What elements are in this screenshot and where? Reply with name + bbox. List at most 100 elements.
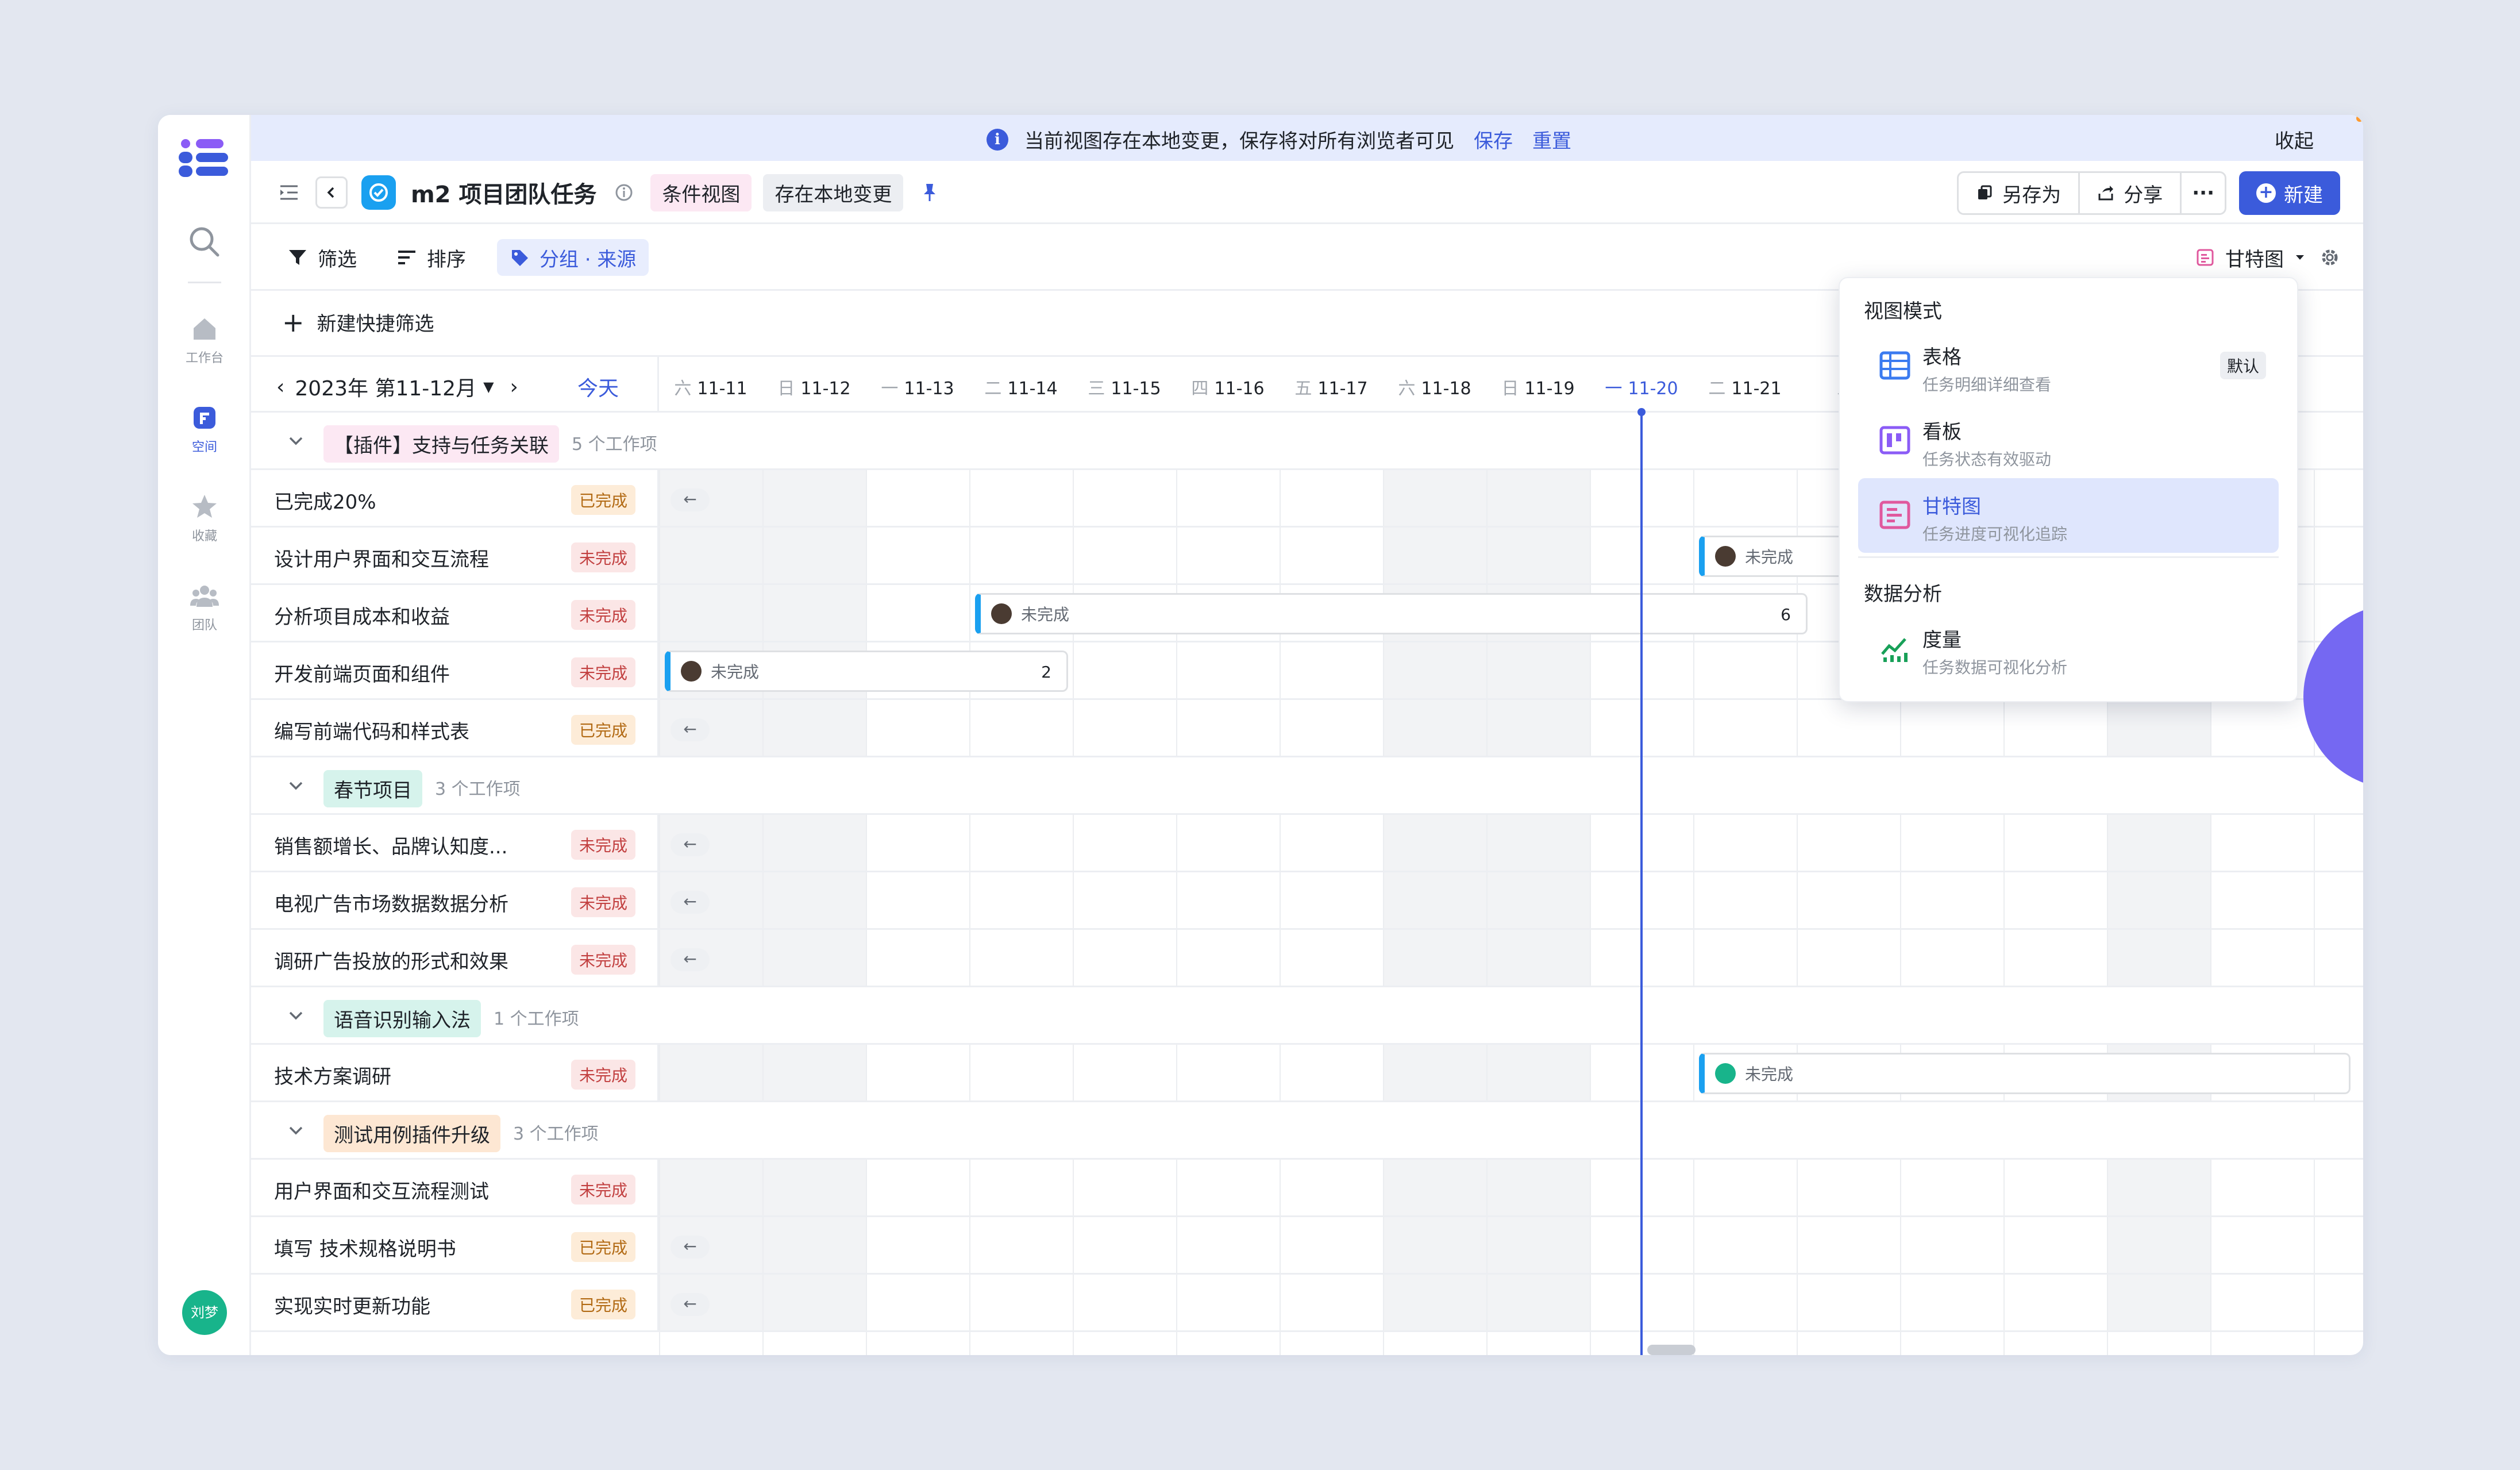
gantt-bar[interactable]: 未完成: [1699, 1053, 2351, 1094]
task-name[interactable]: 填写 技术规格说明书: [274, 1233, 456, 1261]
status-badge[interactable]: 未完成: [571, 657, 635, 687]
task-name[interactable]: 用户界面和交互流程测试: [274, 1176, 489, 1204]
date-label: 11-14: [1007, 379, 1058, 399]
scroll-to-task-arrow-icon[interactable]: ←: [671, 891, 710, 914]
scroll-to-task-arrow-icon[interactable]: ←: [671, 1236, 710, 1259]
task-name[interactable]: 电视广告市场数据数据分析: [274, 888, 508, 917]
group-header-row[interactable]: 测试用例插件升级 3 个工作项: [251, 1102, 2363, 1160]
status-badge[interactable]: 已完成: [571, 1232, 635, 1262]
share-button[interactable]: 分享: [2080, 173, 2182, 213]
status-badge[interactable]: 未完成: [571, 830, 635, 860]
assignee-avatar: [1715, 546, 1736, 567]
task-name-cell: 电视广告市场数据数据分析 未完成: [251, 872, 659, 928]
task-name[interactable]: 调研广告投放的形式和效果: [274, 946, 508, 974]
save-as-button[interactable]: 另存为: [1959, 173, 2080, 213]
chevron-down-icon[interactable]: [286, 431, 306, 452]
app-logo-icon[interactable]: [179, 139, 230, 177]
group-count: 5 个工作项: [572, 434, 657, 455]
info-outline-icon[interactable]: [609, 178, 639, 207]
filter-label: 筛选: [318, 248, 357, 271]
date-label: 11-17: [1317, 379, 1368, 399]
task-name[interactable]: 开发前端页面和组件: [274, 659, 450, 687]
scroll-to-task-arrow-icon[interactable]: ←: [671, 833, 710, 856]
status-badge[interactable]: 未完成: [571, 1175, 635, 1205]
rail-item-workspace[interactable]: 工作台: [158, 313, 251, 376]
banner-reset-link[interactable]: 重置: [1532, 125, 1571, 153]
range-caret-icon[interactable]: ▼: [483, 379, 494, 395]
status-badge[interactable]: 已完成: [571, 1290, 635, 1319]
status-badge[interactable]: 已完成: [571, 715, 635, 745]
rail-item-space[interactable]: 空间: [158, 402, 251, 465]
view-option-title: 表格: [1922, 346, 1962, 369]
chevron-left-icon: [327, 187, 334, 198]
task-row[interactable]: 技术方案调研 未完成 未完成: [251, 1045, 2363, 1102]
scroll-to-task-arrow-icon[interactable]: ←: [671, 718, 710, 741]
view-option-metrics[interactable]: 度量 任务数据可视化分析: [1858, 611, 2279, 686]
task-row[interactable]: 销售额增长、品牌认知度... 未完成 ←: [251, 815, 2363, 872]
search-icon[interactable]: [187, 224, 221, 259]
group-header-row[interactable]: 语音识别输入法 1 个工作项: [251, 987, 2363, 1045]
status-badge[interactable]: 未完成: [571, 600, 635, 630]
task-name[interactable]: 设计用户界面和交互流程: [274, 544, 489, 572]
next-range-icon[interactable]: ›: [510, 375, 518, 399]
scroll-to-task-arrow-icon[interactable]: ←: [671, 1293, 710, 1316]
task-name[interactable]: 编写前端代码和样式表: [274, 716, 469, 744]
status-badge[interactable]: 未完成: [571, 887, 635, 917]
horizontal-scrollbar[interactable]: [1647, 1345, 1696, 1355]
view-option-table[interactable]: 表格 任务明细详细查看 默认: [1858, 329, 2279, 403]
pin-icon[interactable]: [915, 178, 945, 207]
status-badge[interactable]: 未完成: [571, 945, 635, 975]
view-option-gantt[interactable]: 甘特图 任务进度可视化追踪: [1858, 478, 2279, 553]
gantt-bar[interactable]: 未完成 2: [665, 651, 1068, 692]
banner-collapse-button[interactable]: 收起: [2275, 125, 2314, 153]
new-quick-filter-button[interactable]: + 新建快捷筛选: [282, 308, 434, 336]
status-badge[interactable]: 已完成: [571, 485, 635, 515]
view-option-kanban[interactable]: 看板 任务状态有效驱动: [1858, 403, 2279, 478]
local-changes-chip[interactable]: 存在本地变更: [763, 174, 904, 211]
task-name[interactable]: 技术方案调研: [274, 1061, 391, 1089]
user-avatar[interactable]: 刘梦: [182, 1290, 227, 1335]
assignee-avatar: [1715, 1063, 1736, 1084]
scroll-to-task-arrow-icon[interactable]: ←: [671, 488, 710, 511]
rail-item-label: 团队: [191, 618, 217, 633]
bar-duration-count: 6: [1781, 605, 1791, 624]
chevron-down-icon[interactable]: [286, 1121, 306, 1141]
sidebar-toggle-icon[interactable]: [274, 178, 304, 207]
view-mode-select[interactable]: 甘特图: [2197, 239, 2306, 276]
task-row[interactable]: 用户界面和交互流程测试 未完成: [251, 1160, 2363, 1217]
task-name[interactable]: 分析项目成本和收益: [274, 601, 450, 629]
group-button[interactable]: 分组 · 来源: [497, 239, 649, 276]
chevron-down-icon[interactable]: [286, 1006, 306, 1026]
group-header-row[interactable]: 春节项目 3 个工作项: [251, 757, 2363, 815]
task-row[interactable]: 调研广告投放的形式和效果 未完成 ←: [251, 930, 2363, 987]
page-header: m2 项目团队任务 条件视图 存在本地变更 另存为 分享 ··· + 新建: [251, 161, 2363, 224]
filter-button[interactable]: 筛选: [275, 239, 369, 276]
conditional-view-chip[interactable]: 条件视图: [650, 174, 752, 211]
task-row[interactable]: 电视广告市场数据数据分析 未完成 ←: [251, 872, 2363, 930]
task-row[interactable]: 实现实时更新功能 已完成 ←: [251, 1275, 2363, 1332]
status-badge[interactable]: 未完成: [571, 1060, 635, 1090]
header-actions: 另存为 分享 ···: [1957, 171, 2226, 215]
back-button[interactable]: [315, 176, 348, 209]
gantt-bar[interactable]: 未完成 6: [975, 593, 1808, 634]
task-name[interactable]: 销售额增长、品牌认知度...: [274, 831, 507, 859]
range-label[interactable]: 2023年 第11-12月: [295, 372, 476, 402]
task-name[interactable]: 实现实时更新功能: [274, 1291, 430, 1319]
scroll-to-task-arrow-icon[interactable]: ←: [671, 948, 710, 971]
view-option-desc: 任务进度可视化追踪: [1922, 525, 2068, 544]
today-button[interactable]: 今天: [577, 372, 619, 402]
banner-save-link[interactable]: 保存: [1474, 125, 1513, 153]
status-badge[interactable]: 未完成: [571, 542, 635, 572]
task-row[interactable]: 编写前端代码和样式表 已完成 ←: [251, 700, 2363, 757]
prev-range-icon[interactable]: ‹: [276, 375, 284, 399]
rail-item-team[interactable]: 团队: [158, 580, 251, 644]
sort-button[interactable]: 排序: [384, 239, 479, 276]
task-row[interactable]: 填写 技术规格说明书 已完成 ←: [251, 1217, 2363, 1275]
create-button[interactable]: + 新建: [2239, 171, 2340, 215]
task-name-cell: 分析项目成本和收益 未完成: [251, 585, 659, 641]
chevron-down-icon[interactable]: [286, 776, 306, 796]
task-name[interactable]: 已完成20%: [274, 486, 376, 514]
rail-item-favorites[interactable]: 收藏: [158, 491, 251, 555]
more-button[interactable]: ···: [2182, 173, 2225, 213]
gear-icon[interactable]: [2319, 247, 2340, 268]
